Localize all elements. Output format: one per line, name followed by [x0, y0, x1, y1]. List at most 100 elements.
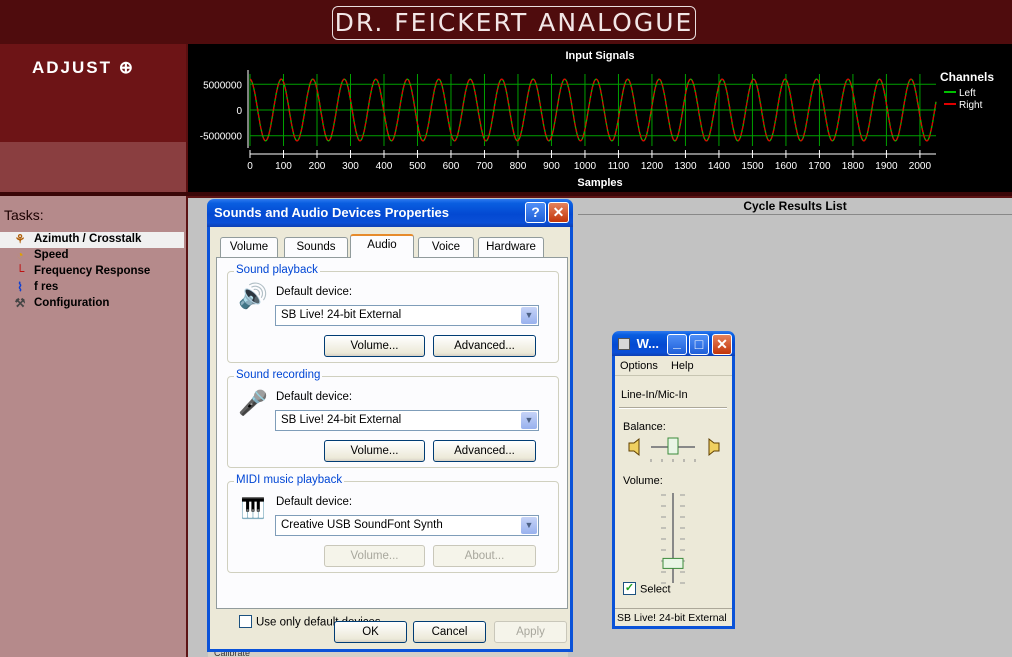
task-list: ⚘ Azimuth / Crosstalk ◔ Speed └ Frequenc…: [0, 232, 184, 312]
legend-label: Right: [959, 100, 983, 111]
x-tick-label: 1800: [842, 161, 865, 172]
x-tick-label: 1700: [808, 161, 831, 172]
task-azimuth[interactable]: ⚘ Azimuth / Crosstalk: [0, 232, 184, 248]
checkbox-box[interactable]: ✓: [623, 582, 636, 595]
volume-window-title: W...: [636, 336, 660, 351]
group-label: Sound recording: [234, 369, 323, 381]
close-button[interactable]: ✕: [712, 334, 732, 355]
midi-playback-group: MIDI music playback 🎹 Default device: Cr…: [227, 474, 559, 573]
x-tick-label: 100: [275, 161, 292, 172]
midi-device-select[interactable]: Creative USB SoundFont Synth ▼: [275, 515, 539, 536]
task-fres[interactable]: ⌇ f res: [0, 280, 184, 296]
menu-help[interactable]: Help: [671, 360, 694, 372]
sound-properties-dialog: Sounds and Audio Devices Properties ? ✕ …: [207, 199, 573, 652]
dialog-titlebar[interactable]: Sounds and Audio Devices Properties ? ✕: [207, 199, 573, 227]
selected-value: SB Live! 24-bit External: [281, 309, 402, 321]
app-banner: DR. FEICKERT ANALOGUE: [0, 0, 1012, 44]
tab-volume[interactable]: Volume: [220, 237, 278, 257]
x-tick-label: 1100: [608, 161, 630, 172]
x-axis-label: Samples: [577, 177, 622, 189]
task-label: f res: [34, 281, 59, 293]
selected-value: SB Live! 24-bit External: [281, 414, 402, 426]
balance-thumb[interactable]: [667, 437, 679, 455]
volume-label: Volume:: [623, 475, 663, 487]
task-label: Speed: [34, 249, 69, 261]
tab-sounds[interactable]: Sounds: [284, 237, 348, 257]
channel-name: Line-In/Mic-In: [621, 389, 688, 401]
chart-svg: Input Signals 5000000 0 -5000000 0 100 200 300 4…: [200, 50, 995, 189]
default-device-label: Default device:: [276, 391, 353, 403]
menu-bar: Options Help: [615, 356, 732, 376]
select-checkbox[interactable]: ✓ Select: [623, 582, 671, 596]
azimuth-icon: ⚘: [14, 232, 26, 246]
ok-button[interactable]: OK: [334, 621, 407, 643]
balance-slider[interactable]: [617, 435, 730, 469]
midi-keyboard-icon: 🎹: [240, 498, 266, 520]
x-tick-label: 700: [476, 161, 493, 172]
playback-device-select[interactable]: SB Live! 24-bit External ▼: [275, 305, 539, 326]
checkbox-box[interactable]: [239, 615, 252, 628]
cycle-results-header: Cycle Results List: [578, 199, 1012, 215]
task-speed[interactable]: ◔ Speed: [0, 248, 184, 264]
playback-volume-button[interactable]: Volume...: [324, 335, 425, 357]
task-configuration[interactable]: ⚒ Configuration: [0, 296, 184, 312]
close-button[interactable]: ✕: [548, 202, 569, 223]
selected-value: Creative USB SoundFont Synth: [281, 519, 443, 531]
tab-audio[interactable]: Audio: [350, 234, 414, 258]
help-button[interactable]: ?: [525, 202, 546, 223]
speed-icon: ◔: [16, 248, 24, 262]
left-speaker-icon: [628, 437, 640, 457]
microphone-icon: 🎤: [238, 390, 268, 417]
app-icon: [618, 337, 630, 350]
midi-volume-button: Volume...: [324, 545, 425, 567]
task-label: Configuration: [34, 297, 110, 309]
left-header-shade: [0, 142, 186, 192]
volume-slider[interactable]: [617, 491, 730, 587]
volume-control-window: W... _ □ ✕ Options Help Line-In/Mic-In B…: [612, 331, 735, 629]
tab-hardware[interactable]: Hardware: [478, 237, 544, 257]
legend-title: Channels: [940, 70, 994, 84]
x-tick-label: 1900: [875, 161, 898, 172]
group-label: MIDI music playback: [234, 474, 345, 486]
x-tick-label: 0: [247, 161, 253, 172]
task-label: Frequency Response: [34, 265, 151, 277]
task-label: Azimuth / Crosstalk: [34, 233, 142, 245]
sound-playback-group: Sound playback 🔊 Default device: SB Live…: [227, 264, 559, 363]
x-tick-label: 1600: [775, 161, 798, 172]
x-tick-label: 900: [543, 161, 560, 172]
minimize-button[interactable]: _: [667, 334, 687, 355]
tasks-panel: Tasks: ⚘ Azimuth / Crosstalk ◔ Speed └ F…: [0, 196, 186, 657]
x-tick-label: 800: [510, 161, 527, 172]
status-bar: SB Live! 24-bit External: [615, 608, 732, 629]
default-device-label: Default device:: [276, 496, 353, 508]
x-tick-label: 1000: [574, 161, 597, 172]
chevron-down-icon[interactable]: ▼: [521, 412, 537, 429]
midi-about-button: About...: [433, 545, 536, 567]
volume-titlebar[interactable]: W... _ □ ✕: [612, 331, 735, 356]
cancel-button[interactable]: Cancel: [413, 621, 486, 643]
input-signals-chart: Input Signals 5000000 0 -5000000 0 100 200 300 4…: [188, 44, 1012, 192]
audio-tab-panel: Sound playback 🔊 Default device: SB Live…: [216, 257, 568, 629]
playback-advanced-button[interactable]: Advanced...: [433, 335, 536, 357]
maximize-button[interactable]: □: [689, 334, 709, 355]
apply-button: Apply: [494, 621, 567, 643]
separator: [619, 407, 727, 409]
chevron-down-icon[interactable]: ▼: [521, 517, 537, 534]
recording-volume-button[interactable]: Volume...: [324, 440, 425, 462]
menu-options[interactable]: Options: [620, 360, 658, 372]
tab-voice[interactable]: Voice: [418, 237, 474, 257]
dialog-title: Sounds and Audio Devices Properties: [214, 205, 450, 220]
volume-thumb[interactable]: [662, 557, 684, 569]
recording-device-select[interactable]: SB Live! 24-bit External ▼: [275, 410, 539, 431]
fres-icon: ⌇: [17, 280, 23, 294]
recording-advanced-button[interactable]: Advanced...: [433, 440, 536, 462]
x-tick-label: 1400: [708, 161, 731, 172]
adjust-menu[interactable]: ADJUST ⊕: [32, 58, 135, 78]
x-tick-label: 200: [309, 161, 326, 172]
task-frequency-response[interactable]: └ Frequency Response: [0, 264, 184, 280]
y-tick-label: 0: [236, 106, 242, 117]
chart-title: Input Signals: [565, 50, 634, 62]
x-tick-label: 1300: [674, 161, 697, 172]
chevron-down-icon[interactable]: ▼: [521, 307, 537, 324]
y-tick-label: 5000000: [203, 80, 242, 91]
